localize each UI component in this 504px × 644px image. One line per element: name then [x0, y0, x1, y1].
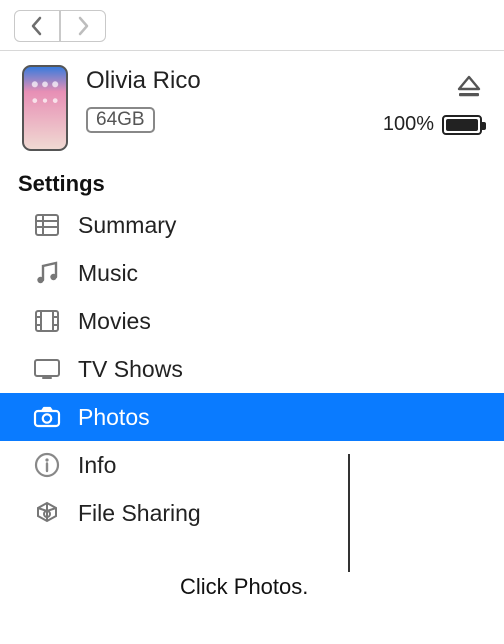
settings-heading: Settings	[0, 159, 504, 201]
sidebar-item-label: TV Shows	[78, 356, 183, 383]
sidebar-item-movies[interactable]: Movies	[0, 297, 504, 345]
sidebar-item-tvshows[interactable]: TV Shows	[0, 345, 504, 393]
sidebar-item-label: Music	[78, 260, 138, 287]
sidebar-item-info[interactable]: Info	[0, 441, 504, 489]
battery-status: 100%	[383, 113, 482, 136]
battery-icon	[442, 115, 482, 135]
toolbar	[0, 0, 504, 51]
sidebar-item-summary[interactable]: Summary	[0, 201, 504, 249]
device-name: Olivia Rico	[86, 67, 383, 95]
device-header: Olivia Rico 64GB 100%	[0, 51, 504, 159]
tvshows-icon	[32, 358, 62, 380]
back-button[interactable]	[14, 10, 60, 42]
sidebar-item-music[interactable]: Music	[0, 249, 504, 297]
info-icon	[32, 452, 62, 478]
filesharing-icon	[32, 500, 62, 526]
sidebar-item-label: Info	[78, 452, 116, 479]
movies-icon	[32, 309, 62, 333]
settings-list: Summary Music Movies TV Shows Photos Inf…	[0, 201, 504, 537]
device-thumbnail	[22, 65, 68, 151]
battery-label: 100%	[383, 113, 434, 136]
eject-button[interactable]	[456, 75, 482, 99]
sidebar-item-filesharing[interactable]: File Sharing	[0, 489, 504, 537]
forward-button[interactable]	[60, 10, 106, 42]
sidebar-item-photos[interactable]: Photos	[0, 393, 504, 441]
photos-icon	[32, 406, 62, 428]
sidebar-item-label: Photos	[78, 404, 150, 431]
sidebar-item-label: Movies	[78, 308, 151, 335]
capacity-badge: 64GB	[86, 107, 155, 133]
music-icon	[32, 260, 62, 286]
callout-text: Click Photos.	[180, 574, 308, 600]
summary-icon	[32, 213, 62, 237]
navigation-segment	[14, 10, 106, 42]
sidebar-item-label: File Sharing	[78, 500, 201, 527]
sidebar-item-label: Summary	[78, 212, 176, 239]
callout-leader-line	[348, 454, 350, 572]
